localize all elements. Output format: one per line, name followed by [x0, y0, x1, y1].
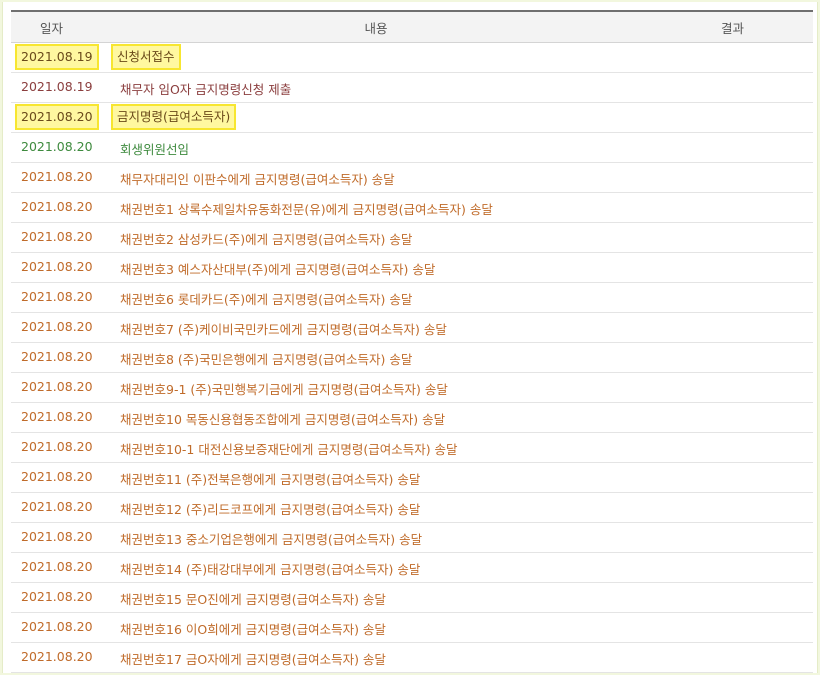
row-date: 2021.08.20	[21, 349, 93, 364]
header-content: 내용	[364, 21, 388, 36]
table-row: 2021.08.20 채권번호13 중소기업은행에게 금지명령(급여소득자) 송달	[11, 523, 813, 553]
row-date: 2021.08.20	[21, 499, 93, 514]
row-date: 2021.08.20	[21, 649, 93, 664]
table-row: 2021.08.20 채권번호14 (주)태강대부에게 금지명령(급여소득자) 송…	[11, 553, 813, 583]
row-content: 채권번호10 목동신용협동조합에게 금지명령(급여소득자) 송달	[120, 412, 446, 427]
table-row: 2021.08.20 채권번호9-1 (주)국민행복기금에게 금지명령(급여소득자…	[11, 373, 813, 403]
row-content: 금지명령(급여소득자)	[111, 104, 237, 130]
table-row: 2021.08.20 금지명령(급여소득자)	[11, 103, 813, 133]
row-date: 2021.08.20	[15, 104, 99, 130]
table-row: 2021.08.20 채권번호15 문O진에게 금지명령(급여소득자) 송달	[11, 583, 813, 613]
row-date: 2021.08.20	[21, 379, 93, 394]
row-date: 2021.08.20	[21, 199, 93, 214]
row-content: 채권번호16 이O희에게 금지명령(급여소득자) 송달	[120, 622, 386, 637]
row-content: 채권번호7 (주)케이비국민카드에게 금지명령(급여소득자) 송달	[120, 322, 447, 337]
row-date: 2021.08.20	[21, 529, 93, 544]
case-progress-table: 일자 내용 결과 2021.08.19 신청서접수 2021.08.19 채무자 임O…	[11, 10, 813, 673]
table-row: 2021.08.20 채권번호16 이O희에게 금지명령(급여소득자) 송달	[11, 613, 813, 643]
table-row: 2021.08.20 채권번호7 (주)케이비국민카드에게 금지명령(급여소득자)…	[11, 313, 813, 343]
row-content: 신청서접수	[111, 44, 181, 70]
table-body: 2021.08.19 신청서접수 2021.08.19 채무자 임O자 금지명령신청 …	[11, 43, 813, 673]
table-row: 2021.08.20 채권번호6 롯데카드(주)에게 금지명령(급여소득자) 송달	[11, 283, 813, 313]
row-content: 채권번호15 문O진에게 금지명령(급여소득자) 송달	[120, 592, 386, 607]
table-row: 2021.08.20 회생위원선임	[11, 133, 813, 163]
row-content: 채권번호12 (주)리드코프에게 금지명령(급여소득자) 송달	[120, 502, 421, 517]
row-date: 2021.08.20	[21, 469, 93, 484]
row-content: 채권번호14 (주)태강대부에게 금지명령(급여소득자) 송달	[120, 562, 421, 577]
table-row: 2021.08.19 신청서접수	[11, 43, 813, 73]
row-content: 채무자대리인 이판수에게 금지명령(급여소득자) 송달	[120, 172, 395, 187]
table-row: 2021.08.20 채권번호17 금O자에게 금지명령(급여소득자) 송달	[11, 643, 813, 673]
table-row: 2021.08.20 채권번호10-1 대전신용보증재단에게 금지명령(급여소득자…	[11, 433, 813, 463]
table-row: 2021.08.20 채권번호10 목동신용협동조합에게 금지명령(급여소득자) …	[11, 403, 813, 433]
row-content: 채권번호11 (주)전북은행에게 금지명령(급여소득자) 송달	[120, 472, 421, 487]
row-date: 2021.08.20	[21, 439, 93, 454]
page-frame: 일자 내용 결과 2021.08.19 신청서접수 2021.08.19 채무자 임O…	[2, 2, 818, 673]
row-content: 채권번호6 롯데카드(주)에게 금지명령(급여소득자) 송달	[120, 292, 413, 307]
row-content: 채권번호2 삼성카드(주)에게 금지명령(급여소득자) 송달	[120, 232, 413, 247]
row-date: 2021.08.20	[21, 229, 93, 244]
row-date: 2021.08.20	[21, 169, 93, 184]
row-content: 채권번호9-1 (주)국민행복기금에게 금지명령(급여소득자) 송달	[120, 382, 448, 397]
row-content: 채권번호3 예스자산대부(주)에게 금지명령(급여소득자) 송달	[120, 262, 436, 277]
table-row: 2021.08.20 채권번호2 삼성카드(주)에게 금지명령(급여소득자) 송달	[11, 223, 813, 253]
row-date: 2021.08.20	[21, 139, 93, 154]
row-content: 채권번호1 상록수제일차유동화전문(유)에게 금지명령(급여소득자) 송달	[120, 202, 493, 217]
row-date: 2021.08.20	[21, 409, 93, 424]
row-date: 2021.08.20	[21, 619, 93, 634]
row-date: 2021.08.20	[21, 259, 93, 274]
table-row: 2021.08.20 채권번호1 상록수제일차유동화전문(유)에게 금지명령(급여…	[11, 193, 813, 223]
row-content: 회생위원선임	[120, 142, 190, 157]
table-row: 2021.08.20 채무자대리인 이판수에게 금지명령(급여소득자) 송달	[11, 163, 813, 193]
row-content: 채권번호13 중소기업은행에게 금지명령(급여소득자) 송달	[120, 532, 423, 547]
table-header: 일자 내용 결과	[11, 10, 813, 43]
row-date: 2021.08.20	[21, 589, 93, 604]
table-row: 2021.08.20 채권번호11 (주)전북은행에게 금지명령(급여소득자) 송…	[11, 463, 813, 493]
row-content: 채무자 임O자 금지명령신청 제출	[120, 82, 292, 97]
table-row: 2021.08.20 채권번호3 예스자산대부(주)에게 금지명령(급여소득자) …	[11, 253, 813, 283]
row-content: 채권번호17 금O자에게 금지명령(급여소득자) 송달	[120, 652, 386, 667]
row-content: 채권번호8 (주)국민은행에게 금지명령(급여소득자) 송달	[120, 352, 413, 367]
row-content: 채권번호10-1 대전신용보증재단에게 금지명령(급여소득자) 송달	[120, 442, 458, 457]
row-date: 2021.08.20	[21, 559, 93, 574]
header-result: 결과	[721, 21, 745, 36]
row-date: 2021.08.20	[21, 319, 93, 334]
table-row: 2021.08.19 채무자 임O자 금지명령신청 제출	[11, 73, 813, 103]
row-date: 2021.08.19	[15, 44, 99, 70]
table-row: 2021.08.20 채권번호12 (주)리드코프에게 금지명령(급여소득자) 송…	[11, 493, 813, 523]
row-date: 2021.08.19	[21, 79, 93, 94]
table-row: 2021.08.20 채권번호8 (주)국민은행에게 금지명령(급여소득자) 송달	[11, 343, 813, 373]
row-date: 2021.08.20	[21, 289, 93, 304]
